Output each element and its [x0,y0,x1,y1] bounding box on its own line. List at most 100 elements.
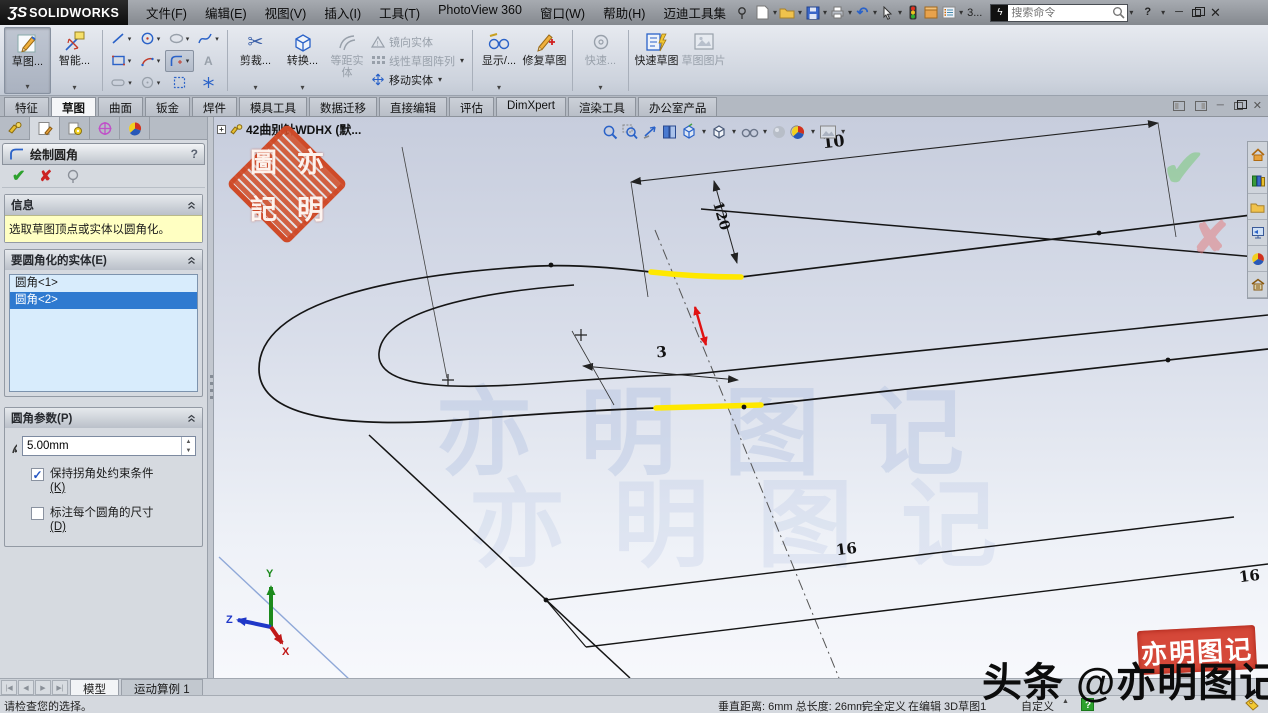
tab-surfaces[interactable]: 曲面 [98,97,143,116]
rectangle-tool[interactable]: ▾ [107,50,136,72]
bottom-quad-top-edge[interactable] [546,517,1234,600]
text-tool[interactable]: A [194,50,223,72]
tree-expand-icon[interactable]: + [217,125,226,134]
section-view-icon[interactable] [662,124,677,140]
display-manager-tab[interactable] [120,117,150,140]
properties-dropdown[interactable]: ▾ [959,8,963,17]
confirm-ok-icon[interactable]: ✔ [1162,139,1206,199]
dimension-3[interactable]: 3 [572,331,738,405]
doc-close-button[interactable]: ✕ [1253,99,1262,112]
property-manager-tab[interactable] [30,117,60,140]
doc-restore-button[interactable] [1234,102,1243,110]
menu-window[interactable]: 窗口(W) [532,0,593,25]
radius-input[interactable] [23,437,181,455]
minimize-button[interactable]: ─ [1175,7,1183,18]
new-document-icon[interactable] [754,4,771,21]
search-input[interactable] [1008,7,1112,19]
zoom-area-icon[interactable] [622,124,639,140]
spline-tool[interactable]: ▾ [194,28,223,50]
new-dropdown[interactable]: ▾ [773,8,777,17]
splitter-grip[interactable] [210,375,213,401]
tab-scroll-last[interactable]: ▶| [52,680,68,695]
paperclip-descending-line[interactable] [369,435,630,678]
polygon-tool[interactable]: ▾ [136,72,165,94]
linear-pattern-button[interactable]: 线性草图阵列 ▾ [371,53,465,69]
open-dropdown[interactable]: ▾ [798,8,802,17]
dimension-drag-arrow[interactable] [695,307,706,345]
rebuild-stoplight-icon[interactable] [904,4,921,21]
sketch-fillet-tool[interactable]: ▾ [165,50,194,72]
zoom-fit-icon[interactable] [602,124,619,140]
cancel-button[interactable]: ✘ [39,167,52,185]
pane-left-icon[interactable] [1173,101,1185,111]
paperclip-inner-wire[interactable] [379,285,1268,386]
file-explorer-icon[interactable] [1248,194,1267,220]
appearances-icon[interactable] [1248,246,1267,272]
command-help-icon[interactable]: ? [191,147,198,161]
model-tab[interactable]: 模型 [70,679,119,695]
trim-dropdown[interactable]: ▾ [253,83,257,92]
entity-item-2-selected[interactable]: 圆角<2> [10,292,197,309]
construction-centerline[interactable] [655,230,839,678]
tab-office-products[interactable]: 办公室产品 [638,97,718,116]
offset-entities-button[interactable]: 等距实体 [326,27,368,94]
sketch-button-dropdown[interactable]: ▾ [25,82,29,91]
dimension-16a[interactable]: 16 [835,539,858,559]
search-dropdown[interactable]: ▾ [1129,8,1133,17]
configuration-manager-tab[interactable] [60,117,90,140]
sketch-picture-button[interactable]: 草图图片 [680,27,727,94]
panel-splitter[interactable] [207,117,214,678]
custom-properties-icon[interactable] [1248,272,1267,298]
tab-direct-editing[interactable]: 直接编辑 [379,97,447,116]
previous-view-icon[interactable] [642,124,659,140]
edit-appearance-icon[interactable] [771,124,787,140]
select-cursor-icon[interactable] [879,4,896,21]
bottom-quad-left-edge[interactable] [546,600,586,647]
view-orientation-icon[interactable] [680,123,698,140]
convert-entities-button[interactable]: 转换... ▾ [279,27,326,94]
paperclip-top-line[interactable] [701,209,1268,258]
quick-snaps-dropdown[interactable]: ▾ [599,83,603,92]
tab-features[interactable]: 特征 [4,97,49,116]
entities-listbox[interactable]: 圆角<1> 圆角<2> [9,274,198,392]
view-settings-dropdown[interactable]: ▾ [841,127,845,136]
entity-item-1[interactable]: 圆角<1> [10,275,197,292]
mirror-entities-button[interactable]: ! 镜向实体 [371,34,465,50]
slot-tool[interactable]: ▾ [107,72,136,94]
quick-snaps-button[interactable]: 快速... ▾ [577,27,624,94]
tab-scroll-next[interactable]: ▶ [35,680,51,695]
tab-data-migration[interactable]: 数据迁移 [309,97,377,116]
tab-sketch[interactable]: 草图 [51,97,96,116]
move-dropdown[interactable]: ▾ [438,75,442,84]
tab-evaluate[interactable]: 评估 [449,97,494,116]
fillet-highlight-1[interactable] [651,272,741,277]
tab-sheet-metal[interactable]: 钣金 [145,97,190,116]
display-relations-dropdown[interactable]: ▾ [497,83,501,92]
menu-tools[interactable]: 工具(T) [371,0,428,25]
pane-right-icon[interactable] [1195,101,1207,111]
parameters-section-header[interactable]: 圆角参数(P) [5,408,202,428]
select-dropdown[interactable]: ▾ [898,8,902,17]
tab-dimxpert[interactable]: DimXpert [496,97,566,116]
rapid-sketch-button[interactable]: 快速草图 [633,27,680,94]
tab-scroll-first[interactable]: |◀ [1,680,17,695]
restore-button[interactable] [1192,9,1201,17]
info-section-header[interactable]: 信息 [5,195,202,215]
dimension-120[interactable]: 120 [709,181,737,263]
point-tool[interactable] [194,72,223,94]
dimension-16b[interactable]: 16 [1238,566,1261,586]
dimxpert-manager-tab[interactable] [90,117,120,140]
options-icon[interactable] [922,4,939,21]
tab-mold-tools[interactable]: 模具工具 [239,97,307,116]
help-dropdown[interactable]: ▾ [1161,8,1165,17]
ellipse-tool[interactable]: ▾ [165,28,194,50]
menu-insert[interactable]: 插入(I) [316,0,369,25]
radius-down-button[interactable]: ▼ [182,446,195,455]
preview-icon[interactable] [66,169,80,184]
feature-tree-tab[interactable] [0,117,30,140]
tab-scroll-prev[interactable]: ◀ [18,680,34,695]
view-orientation-dropdown[interactable]: ▾ [702,127,706,136]
sw-resources-icon[interactable] [1248,142,1267,168]
menu-pin-icon[interactable] [736,6,748,20]
sketch-canvas[interactable]: 10 120 3 16 16 [214,117,1268,678]
